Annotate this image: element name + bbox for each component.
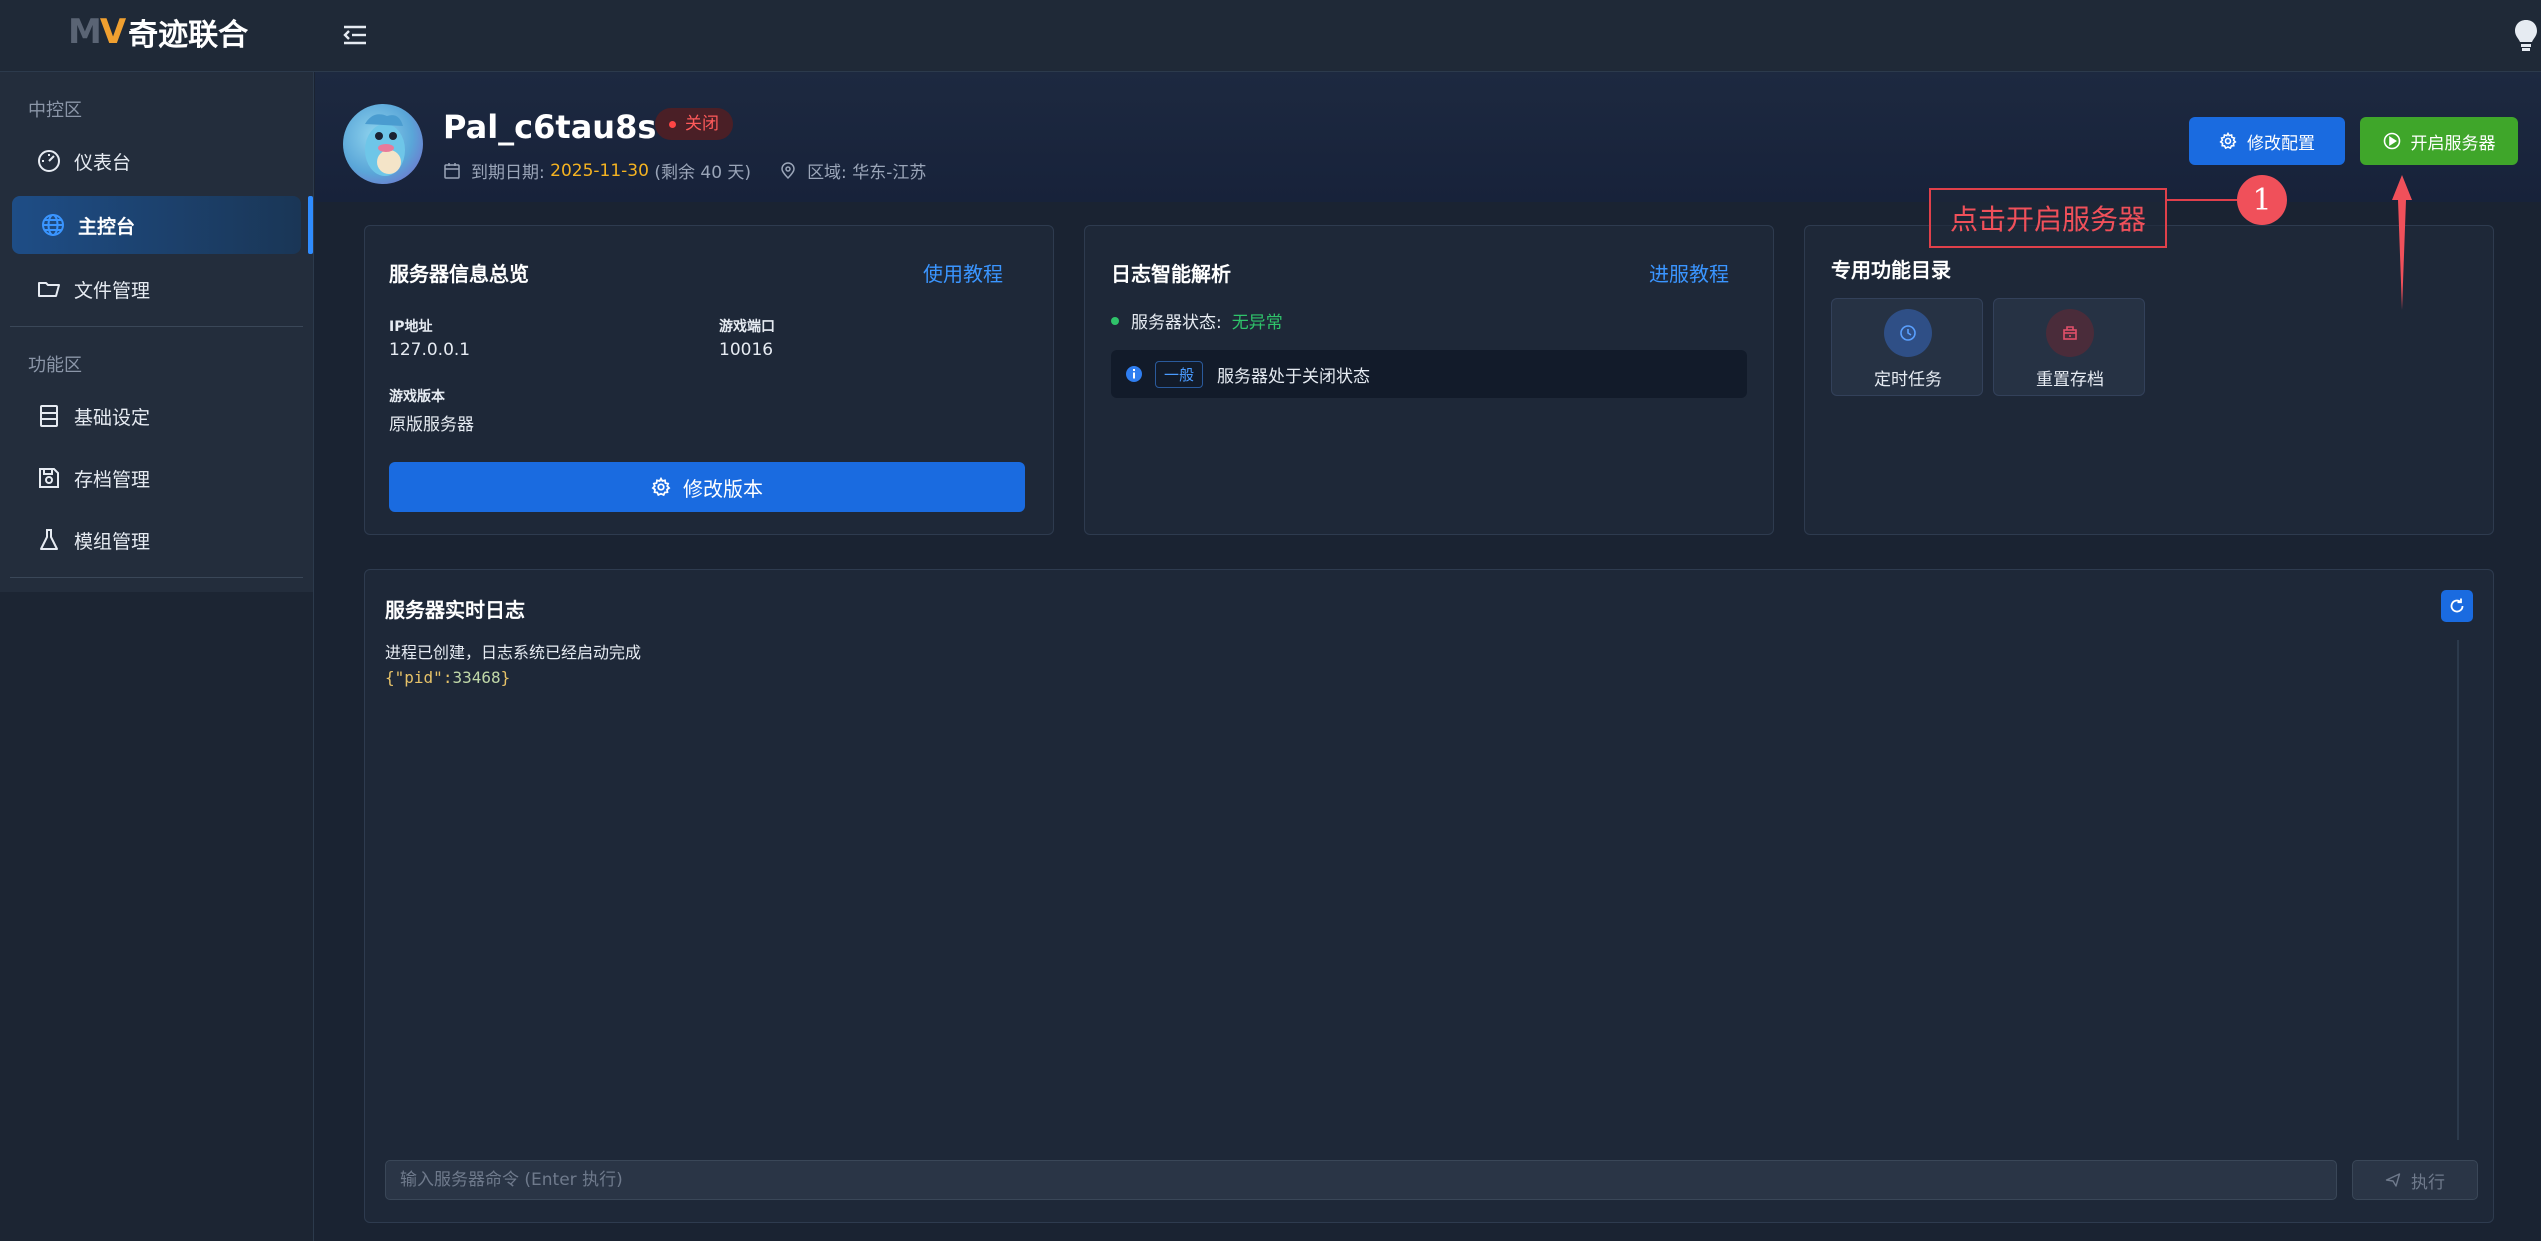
ip-value: 127.0.0.1 [389, 340, 471, 360]
gear-icon [2219, 132, 2237, 150]
start-server-label: 开启服务器 [2410, 133, 2496, 154]
start-server-button[interactable]: 开启服务器 [2360, 117, 2518, 165]
scheduled-tasks-label: 定时任务 [1874, 370, 1942, 390]
sidebar-item-label: 基础设定 [74, 406, 151, 429]
execute-label: 执行 [2411, 1172, 2445, 1193]
severity-tag: 一般 [1155, 360, 1204, 388]
edit-version-button[interactable]: 修改版本 [389, 462, 1025, 512]
version-value: 原版服务器 [389, 415, 474, 435]
refresh-icon [2450, 598, 2464, 613]
play-circle-icon [2383, 132, 2400, 150]
server-status-row: 服务器状态: 无异常 [1111, 308, 1283, 333]
ip-label: IP地址 [389, 319, 433, 335]
log-analysis-title: 日志智能解析 [1111, 262, 1231, 286]
flask-icon [40, 529, 58, 550]
sidebar-item-label: 模组管理 [74, 530, 151, 553]
log-scrollbar[interactable] [2457, 640, 2459, 1140]
section-label-control: 中控区 [28, 100, 82, 121]
reset-archive-icon [2063, 326, 2077, 340]
location-pin-icon [781, 161, 795, 179]
server-info-title: 服务器信息总览 [389, 262, 529, 286]
server-status-value: 无异常 [1231, 313, 1283, 333]
server-status-label: 服务器状态: [1131, 313, 1222, 333]
command-input[interactable] [385, 1160, 2337, 1200]
sidebar-item-console[interactable]: 主控台 [12, 196, 313, 254]
functions-card: 专用功能目录 定时任务 重置存档 [1804, 225, 2494, 535]
port-label: 游戏端口 [719, 319, 775, 335]
section-label-functions: 功能区 [28, 355, 82, 376]
sidebar-item-label: 仪表台 [74, 151, 132, 174]
sidebar-item-label: 文件管理 [74, 279, 151, 302]
edit-config-label: 修改配置 [2247, 133, 2315, 154]
server-info-card: 服务器信息总览 使用教程 IP地址 127.0.0.1 游戏端口 10016 游… [364, 225, 1054, 535]
join-tutorial-link[interactable]: 进服教程 [1649, 258, 1729, 287]
save-icon [39, 468, 59, 488]
sidebar-item-label: 主控台 [78, 215, 136, 238]
avatar [343, 104, 423, 184]
annotation-label: 点击开启服务器 [1929, 188, 2167, 248]
reset-archive-tile[interactable]: 重置存档 [1993, 298, 2145, 396]
server-meta: 到期日期: 2025-11-30 (剩余 40 天) 区域: 华东-江苏 [443, 158, 926, 183]
sidebar-nav: 中控区 仪表台 主控台 文件管理 功能区 基础设定 存档管理 模组管理 [0, 72, 313, 592]
logo-mark: MV [68, 12, 126, 52]
scheduled-tasks-tile[interactable]: 定时任务 [1831, 298, 1983, 396]
log-line: {"pid":33468} [385, 668, 511, 687]
log-analysis-entry: 一般 服务器处于关闭状态 [1111, 350, 1747, 398]
log-entry-text: 服务器处于关闭状态 [1217, 366, 1371, 387]
info-icon [1126, 366, 1142, 382]
functions-title: 专用功能目录 [1831, 258, 1951, 282]
region: 区域: 华东-江苏 [807, 163, 927, 183]
main-content: Pal_c6tau8s6o 关闭 到期日期: 2025-11-30 (剩余 40… [315, 72, 2541, 1241]
expire-date: 2025-11-30 [550, 160, 649, 181]
realtime-log-card: 服务器实时日志 进程已创建，日志系统已经启动完成 {"pid":33468} 执… [364, 569, 2494, 1223]
realtime-log-title: 服务器实时日志 [385, 598, 525, 622]
calendar-icon [444, 162, 460, 179]
reset-archive-label: 重置存档 [2036, 370, 2104, 390]
sidebar-item-basic-settings[interactable]: 基础设定 [0, 387, 313, 445]
expire-label: 到期日期: [471, 163, 545, 183]
app-logo[interactable]: MV 奇迹联合 [68, 10, 248, 54]
gauge-icon [38, 150, 60, 172]
port-value: 10016 [719, 340, 774, 360]
gear-icon [651, 477, 671, 497]
sidebar-item-dashboard[interactable]: 仪表台 [0, 132, 313, 190]
annotation-step-number: 1 [2237, 175, 2287, 225]
sidebar-item-files[interactable]: 文件管理 [0, 260, 313, 318]
server-icon [40, 405, 58, 427]
menu-collapse-icon[interactable] [340, 20, 370, 50]
sidebar-item-label: 存档管理 [74, 468, 151, 491]
sidebar-item-archives[interactable]: 存档管理 [0, 449, 313, 507]
refresh-button[interactable] [2441, 590, 2473, 622]
version-label: 游戏版本 [389, 389, 445, 405]
send-icon [2385, 1173, 2401, 1187]
status-badge: 关闭 [655, 108, 733, 140]
edit-config-button[interactable]: 修改配置 [2189, 117, 2345, 165]
log-analysis-card: 日志智能解析 进服教程 服务器状态: 无异常 一般 服务器处于关闭状态 [1084, 225, 1774, 535]
status-dot [1111, 316, 1119, 325]
log-line: 进程已创建，日志系统已经启动完成 [385, 643, 642, 662]
remaining-days: (剩余 40 天) [654, 163, 752, 183]
usage-tutorial-link[interactable]: 使用教程 [923, 258, 1003, 287]
log-output: 进程已创建，日志系统已经启动完成 {"pid":33468} [385, 640, 641, 690]
sidebar-item-mods[interactable]: 模组管理 [0, 511, 313, 569]
globe-icon [42, 214, 64, 236]
clock-icon [1900, 325, 1916, 341]
folder-icon [38, 282, 60, 297]
sidebar-divider [10, 577, 303, 578]
server-header: Pal_c6tau8s6o 关闭 到期日期: 2025-11-30 (剩余 40… [315, 72, 2541, 202]
edit-version-label: 修改版本 [683, 476, 763, 501]
lightbulb-icon[interactable] [2513, 18, 2539, 52]
top-bar: MV 奇迹联合 [0, 0, 2541, 72]
logo-text: 奇迹联合 [128, 18, 249, 53]
sidebar: 中控区 仪表台 主控台 文件管理 功能区 基础设定 存档管理 模组管理 [0, 72, 314, 1241]
execute-button[interactable]: 执行 [2352, 1160, 2478, 1200]
